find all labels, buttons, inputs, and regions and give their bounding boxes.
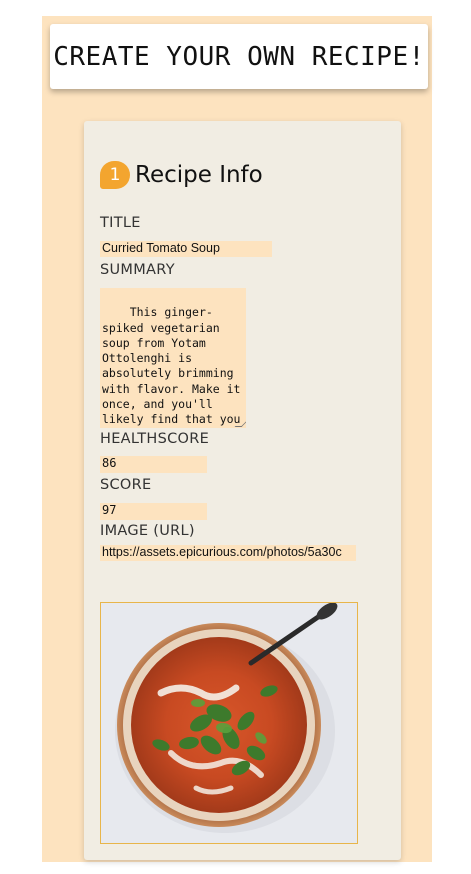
recipe-form-card: 1 Recipe Info TITLE Curried Tomato Soup … [84,121,401,860]
step-number-badge-icon: 1 [100,161,130,189]
recipe-image [100,602,358,844]
title-label: TITLE [100,215,141,231]
score-input[interactable]: 97 [100,503,207,520]
step-number: 1 [109,165,121,185]
healthscore-label: HEALTHSCORE [100,431,210,447]
curried-tomato-soup-photo [101,603,357,843]
header-card: CREATE YOUR OWN RECIPE! [50,24,428,89]
page-title: CREATE YOUR OWN RECIPE! [53,41,425,72]
section-header: 1 Recipe Info [100,158,263,192]
summary-textarea[interactable]: This ginger-spiked vegetarian soup from … [100,288,246,428]
image-url-label: IMAGE (URL) [100,523,195,539]
healthscore-input[interactable]: 86 [100,456,207,473]
summary-label: SUMMARY [100,262,175,278]
summary-text: This ginger-spiked vegetarian soup from … [102,305,241,428]
score-label: SCORE [100,477,152,493]
section-title: Recipe Info [135,162,263,188]
title-input[interactable]: Curried Tomato Soup [100,241,272,257]
image-url-input[interactable]: https://assets.epicurious.com/photos/5a3… [100,545,356,561]
